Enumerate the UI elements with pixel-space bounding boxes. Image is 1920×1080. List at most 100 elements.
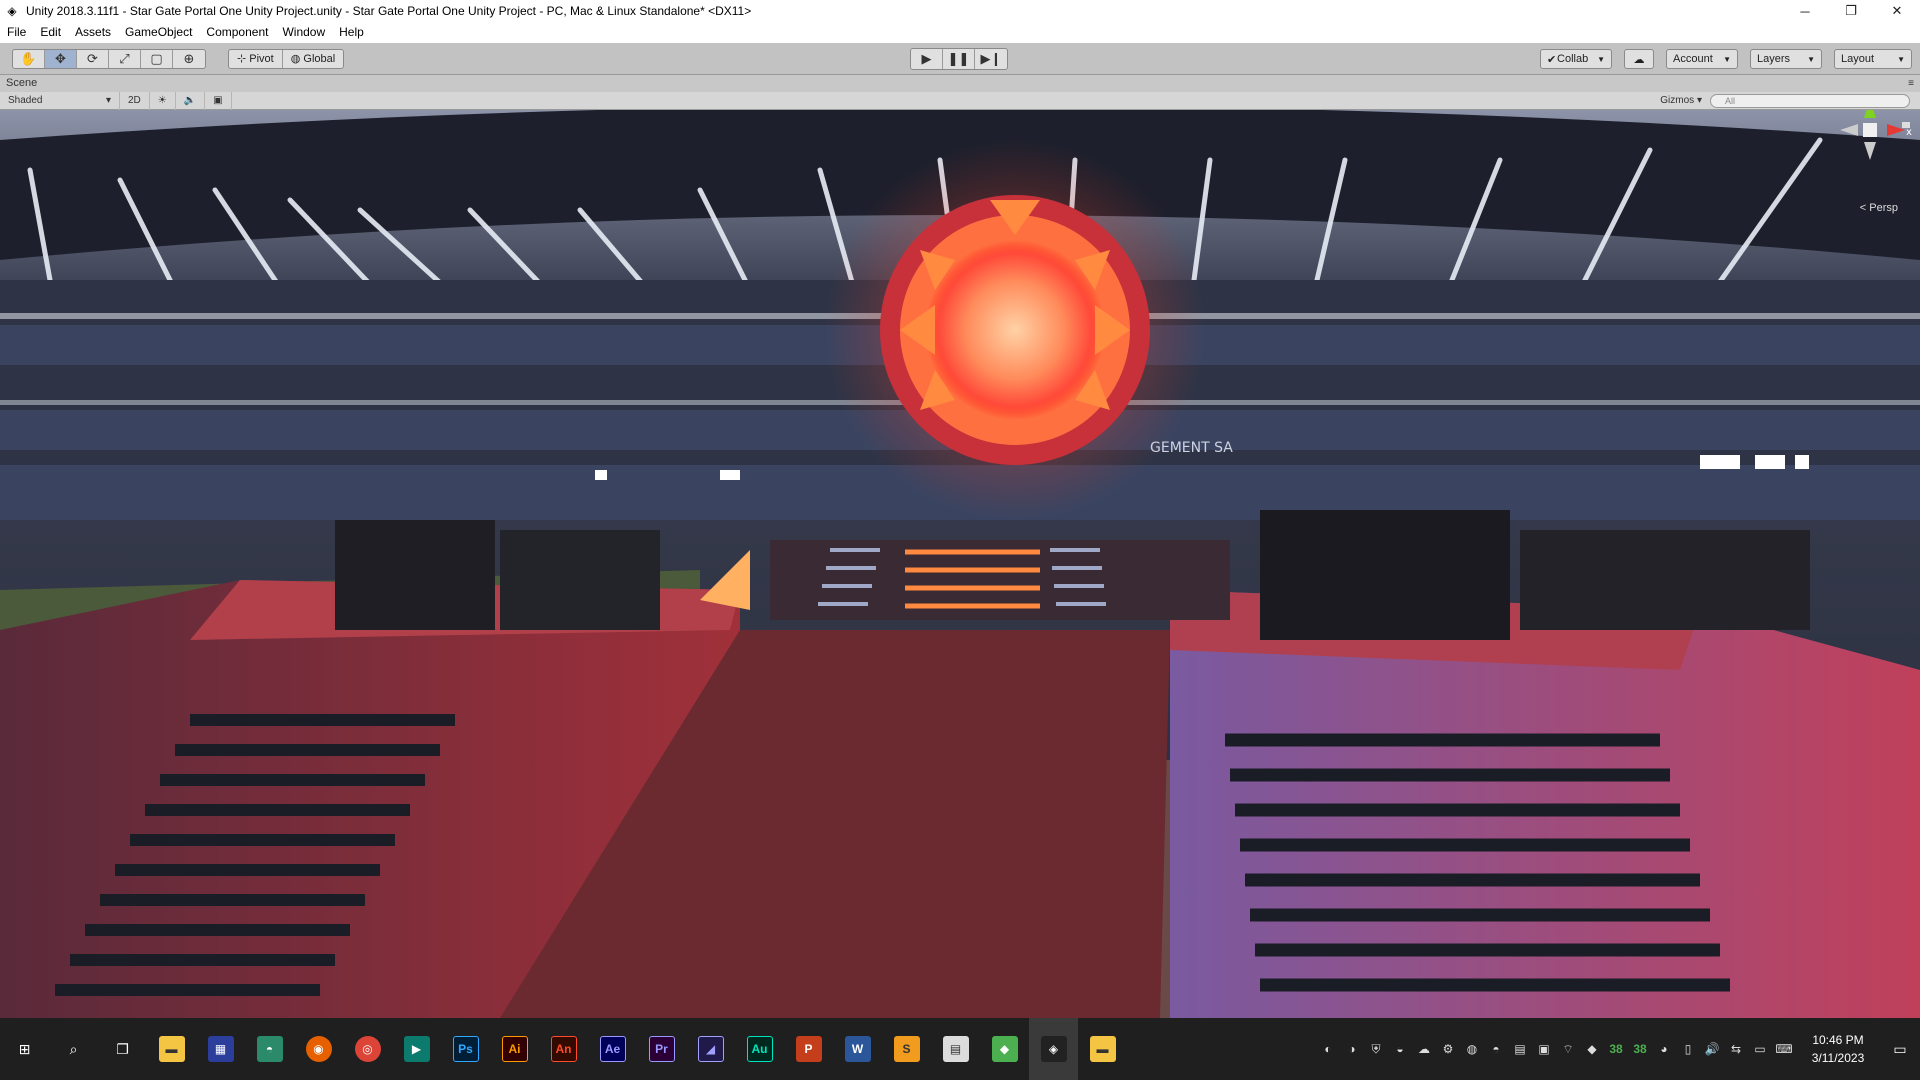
taskbar-app-6[interactable]: ◆ bbox=[980, 1018, 1029, 1080]
taskbar-word[interactable]: W bbox=[833, 1018, 882, 1080]
layout-dropdown[interactable]: Layout ▼ bbox=[1834, 49, 1912, 69]
chevron-down-icon: ▼ bbox=[1597, 54, 1605, 64]
wifi-icon[interactable]: ⌔ bbox=[1556, 1018, 1580, 1080]
projection-toggle[interactable]: < Persp bbox=[1860, 202, 1898, 214]
globe-icon[interactable]: ◍ bbox=[1460, 1018, 1484, 1080]
taskbar-app-2[interactable]: ◓ bbox=[245, 1018, 294, 1080]
taskbar-unity[interactable]: ◈ bbox=[1029, 1018, 1078, 1080]
pivot-toggles: ⊹ Pivot ◍ Global bbox=[228, 48, 345, 69]
taskbar-app-5[interactable]: ▤ bbox=[931, 1018, 980, 1080]
keyboard-icon[interactable]: ⌨ bbox=[1772, 1018, 1796, 1080]
gizmos-dropdown[interactable]: Gizmos ▾ bbox=[1660, 92, 1702, 110]
aftereffects-icon: Ae bbox=[599, 1036, 626, 1062]
menu-component[interactable]: Component bbox=[199, 22, 275, 43]
powerpoint-icon: P bbox=[795, 1036, 822, 1062]
tray-counter-1[interactable]: 38 bbox=[1604, 1018, 1628, 1080]
scene-search-input[interactable]: All bbox=[1710, 94, 1910, 108]
unity-icon: ◈ bbox=[1040, 1036, 1067, 1062]
2d-toggle[interactable]: 2D bbox=[120, 91, 150, 110]
lighting-toggle-icon[interactable]: ☀ bbox=[150, 91, 176, 110]
taskbar-audition[interactable]: Au bbox=[735, 1018, 784, 1080]
taskbar-firefox[interactable]: ◉ bbox=[294, 1018, 343, 1080]
collab-dropdown[interactable]: ✔ Collab ▼ bbox=[1540, 49, 1612, 69]
effects-toggle-icon[interactable]: ▣ bbox=[205, 91, 232, 110]
volume-icon[interactable]: 🔊 bbox=[1700, 1018, 1724, 1080]
pivot-button[interactable]: ⊹ Pivot bbox=[229, 49, 283, 68]
taskbar-app-1[interactable]: ▦ bbox=[196, 1018, 245, 1080]
tab-menu-icon[interactable]: ≡ bbox=[1908, 75, 1914, 92]
taskbar-animate[interactable]: An bbox=[539, 1018, 588, 1080]
premiere-icon: Pr bbox=[648, 1036, 675, 1062]
tray-icon[interactable]: ▯ bbox=[1676, 1018, 1700, 1080]
tray-icon[interactable]: ◆ bbox=[1580, 1018, 1604, 1080]
transform-tools: ✋ ✥ ⟳ ⤢ ▢ ⊕ bbox=[12, 48, 206, 69]
menu-help[interactable]: Help bbox=[332, 22, 371, 43]
taskbar-aftereffects[interactable]: Ae bbox=[588, 1018, 637, 1080]
network-icon[interactable]: ⇆ bbox=[1724, 1018, 1748, 1080]
tray-icon[interactable]: ☁ bbox=[1412, 1018, 1436, 1080]
tray-icon[interactable]: ◓ bbox=[1484, 1018, 1508, 1080]
lock-icon[interactable] bbox=[1902, 122, 1910, 128]
menu-gameobject[interactable]: GameObject bbox=[118, 22, 199, 43]
task-view-button[interactable]: ❐ bbox=[98, 1018, 147, 1080]
tray-icon[interactable]: ⚙ bbox=[1436, 1018, 1460, 1080]
taskbar-powerpoint[interactable]: P bbox=[784, 1018, 833, 1080]
transform-tool-icon[interactable]: ⊕ bbox=[173, 50, 205, 68]
clock-time: 10:46 PM bbox=[1812, 1033, 1864, 1047]
system-clock[interactable]: 10:46 PM 3/11/2023 bbox=[1796, 1031, 1880, 1067]
app-icon: ▶ bbox=[403, 1036, 430, 1062]
folder-icon: ▬ bbox=[158, 1036, 185, 1062]
taskbar-sublime[interactable]: S bbox=[882, 1018, 931, 1080]
menu-edit[interactable]: Edit bbox=[33, 22, 68, 43]
menu-window[interactable]: Window bbox=[275, 22, 332, 43]
hand-tool-icon[interactable]: ✋ bbox=[13, 49, 45, 68]
taskbar-app-4[interactable]: ◢ bbox=[686, 1018, 735, 1080]
pause-button[interactable]: ❚❚ bbox=[943, 49, 975, 69]
tray-icon[interactable]: ◐ bbox=[1316, 1018, 1340, 1080]
animate-icon: An bbox=[550, 1036, 577, 1062]
cloud-button[interactable]: ☁ bbox=[1624, 49, 1654, 69]
taskbar-illustrator[interactable]: Ai bbox=[490, 1018, 539, 1080]
rotate-tool-icon[interactable]: ⟳ bbox=[77, 49, 109, 68]
play-button[interactable]: ▶ bbox=[911, 49, 943, 69]
tray-icon[interactable]: ◑ bbox=[1340, 1018, 1364, 1080]
maximize-button[interactable]: ❐ bbox=[1828, 0, 1874, 22]
global-button[interactable]: ◍ Global bbox=[283, 50, 343, 68]
shield-icon[interactable]: ⛨ bbox=[1364, 1018, 1388, 1080]
taskbar-app-3[interactable]: ▶ bbox=[392, 1018, 441, 1080]
tray-icon[interactable]: ◕ bbox=[1652, 1018, 1676, 1080]
firefox-icon: ◉ bbox=[305, 1036, 332, 1062]
battery-icon[interactable]: ▭ bbox=[1748, 1018, 1772, 1080]
taskbar-photoshop[interactable]: Ps bbox=[441, 1018, 490, 1080]
clock-date: 3/11/2023 bbox=[1811, 1051, 1865, 1065]
layers-dropdown[interactable]: Layers ▼ bbox=[1750, 49, 1822, 69]
taskbar-chrome[interactable]: ◎ bbox=[343, 1018, 392, 1080]
start-button[interactable]: ⊞ bbox=[0, 1018, 49, 1080]
scene-tab[interactable]: Scene ≡ bbox=[0, 75, 1920, 92]
notification-icon: ▭ bbox=[1893, 1040, 1907, 1057]
close-button[interactable]: ✕ bbox=[1874, 0, 1920, 22]
search-button[interactable]: ⌕ bbox=[49, 1018, 98, 1080]
move-tool-icon[interactable]: ✥ bbox=[45, 49, 77, 68]
step-button[interactable]: ▶❙ bbox=[975, 49, 1007, 69]
taskbar-premiere[interactable]: Pr bbox=[637, 1018, 686, 1080]
scale-tool-icon[interactable]: ⤢ bbox=[109, 49, 141, 68]
scene-viewport[interactable]: GEMENT SA x < Persp bbox=[0, 110, 1920, 1018]
tray-icon[interactable]: ◒ bbox=[1388, 1018, 1412, 1080]
taskbar-folder[interactable]: ▬ bbox=[1078, 1018, 1127, 1080]
minimize-button[interactable]: ─ bbox=[1782, 0, 1828, 22]
menu-assets[interactable]: Assets bbox=[68, 22, 118, 43]
tray-icon[interactable]: ▤ bbox=[1508, 1018, 1532, 1080]
notification-center-button[interactable]: ▭ bbox=[1880, 1018, 1920, 1080]
tray-counter-2[interactable]: 38 bbox=[1628, 1018, 1652, 1080]
word-icon: W bbox=[844, 1036, 871, 1062]
tray-icon[interactable]: ▣ bbox=[1532, 1018, 1556, 1080]
account-dropdown[interactable]: Account ▼ bbox=[1666, 49, 1738, 69]
chrome-icon: ◎ bbox=[354, 1036, 381, 1062]
taskbar-explorer[interactable]: ▬ bbox=[147, 1018, 196, 1080]
menu-file[interactable]: File bbox=[0, 22, 33, 43]
shading-mode-dropdown[interactable]: Shaded ▾ bbox=[0, 91, 120, 110]
rect-tool-icon[interactable]: ▢ bbox=[141, 49, 173, 68]
audition-icon: Au bbox=[746, 1036, 773, 1062]
audio-toggle-icon[interactable]: 🔈 bbox=[176, 91, 206, 110]
